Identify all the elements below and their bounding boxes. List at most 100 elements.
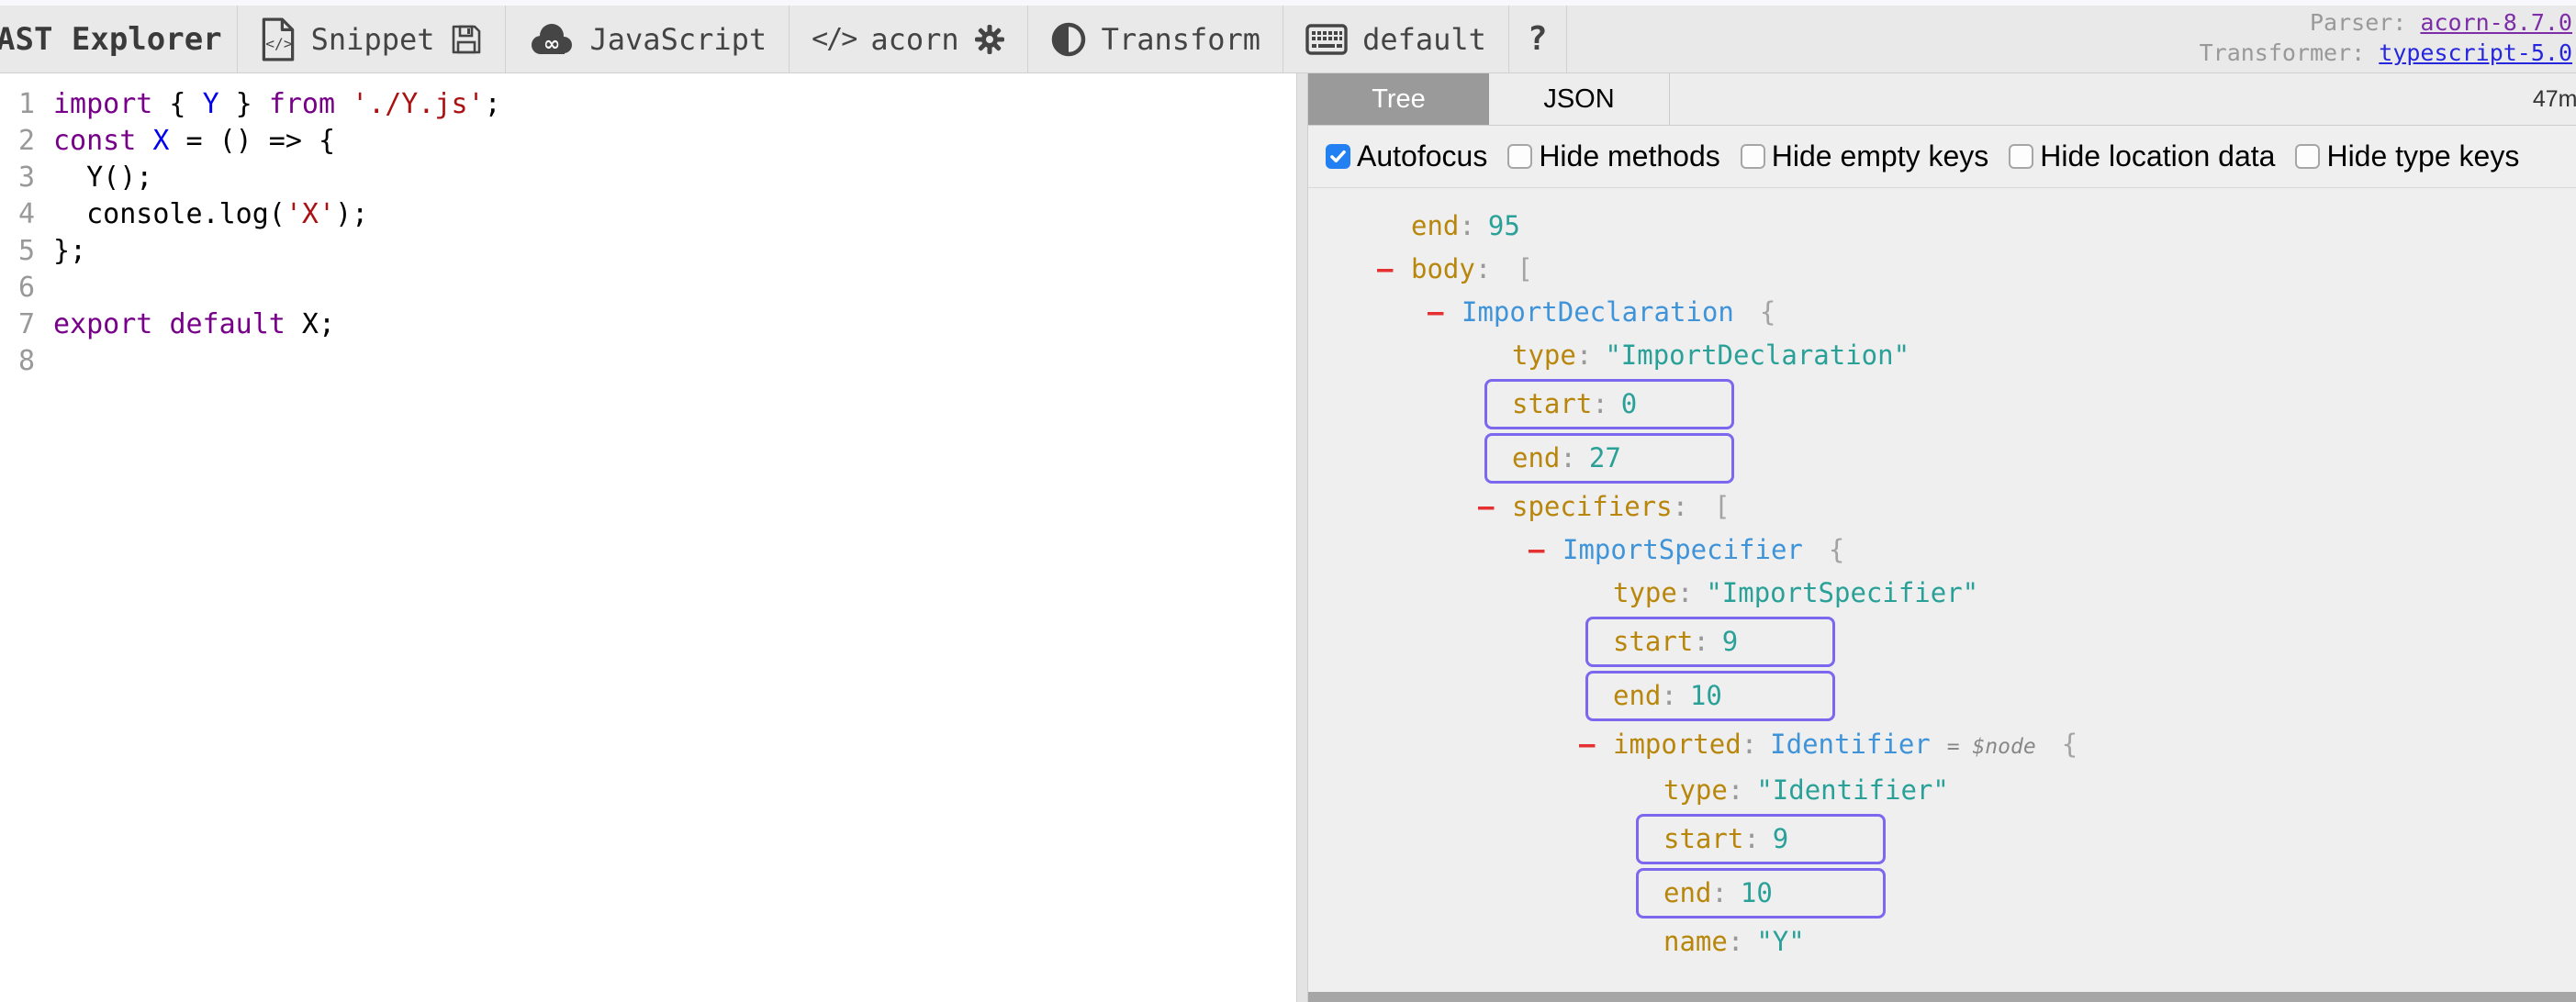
- parse-time: 47ms: [2533, 86, 2576, 113]
- bracket: [: [1517, 253, 1532, 284]
- transform-group[interactable]: Transform: [1028, 6, 1283, 72]
- tree-key: end: [1411, 210, 1459, 241]
- tree-row: start:9: [1308, 812, 2576, 866]
- transform-toggle-label[interactable]: Transform: [1102, 22, 1260, 57]
- code-token: [335, 88, 352, 120]
- code-editor[interactable]: 1import { Y } from './Y.js';2const X = (…: [0, 73, 1296, 1002]
- language-group[interactable]: ∞ JavaScript: [506, 6, 790, 72]
- code-token: export: [53, 308, 152, 340]
- line-number: 3: [7, 160, 35, 196]
- checkbox-label: Autofocus: [1357, 139, 1487, 173]
- keymap-group[interactable]: default: [1283, 6, 1509, 72]
- code-token: import: [53, 88, 152, 120]
- help-button[interactable]: ?: [1509, 6, 1567, 72]
- collapse-toggle-icon[interactable]: –: [1529, 529, 1562, 572]
- checkbox[interactable]: [1741, 144, 1765, 169]
- language-selector[interactable]: JavaScript: [590, 22, 767, 57]
- tree-value: "Identifier": [1756, 774, 1949, 806]
- code-token: from: [269, 88, 335, 120]
- collapse-toggle-icon[interactable]: –: [1377, 248, 1411, 291]
- horizontal-scrollbar[interactable]: [1308, 992, 2576, 1002]
- code-tag-icon: </>: [812, 23, 856, 55]
- option-hide-type-keys[interactable]: Hide type keys: [2295, 139, 2519, 173]
- tree-row: type:"Identifier": [1308, 769, 2576, 812]
- gear-icon[interactable]: [974, 24, 1005, 55]
- colon: :: [1673, 491, 1688, 522]
- colon: :: [1661, 674, 1676, 718]
- code-token: );: [335, 198, 368, 230]
- tree-key: start: [1663, 818, 1743, 861]
- line-number: 1: [7, 86, 35, 123]
- tree-row: end:10: [1308, 669, 2576, 723]
- code-token: './Y.js': [352, 88, 485, 120]
- parser-group: </> acorn: [790, 6, 1028, 72]
- toggle-icon[interactable]: [1050, 21, 1087, 58]
- snippet-button[interactable]: Snippet: [311, 22, 435, 57]
- tree-row[interactable]: –ImportDeclaration{: [1308, 291, 2576, 334]
- line-number: 5: [7, 233, 35, 270]
- code-token: }: [219, 88, 269, 120]
- tab-json[interactable]: JSON: [1489, 73, 1670, 125]
- colon: :: [1677, 577, 1693, 608]
- tab-tree[interactable]: Tree: [1308, 73, 1489, 125]
- bracket: [: [1714, 491, 1730, 522]
- tree-value: "ImportDeclaration": [1605, 340, 1910, 371]
- code-token: console.log(: [53, 198, 286, 230]
- colon: :: [1742, 729, 1757, 760]
- app-title: AST Explorer: [0, 6, 238, 72]
- option-hide-methods[interactable]: Hide methods: [1507, 139, 1719, 173]
- parser-info-label: Parser:: [2310, 9, 2406, 36]
- checkbox[interactable]: [1326, 144, 1350, 169]
- collapse-toggle-icon[interactable]: –: [1478, 485, 1512, 529]
- code-line: 2const X = () => {: [7, 123, 1296, 160]
- colon: :: [1560, 437, 1575, 480]
- parser-selector[interactable]: acorn: [870, 22, 958, 57]
- colon: :: [1576, 340, 1592, 371]
- parser-version-link[interactable]: acorn-8.7.0: [2420, 9, 2572, 36]
- code-line: 4 console.log('X');: [7, 196, 1296, 233]
- tree-value: 27: [1589, 437, 1621, 480]
- code-token: X;: [286, 308, 335, 340]
- tree-key: start: [1613, 620, 1693, 663]
- colon: :: [1711, 872, 1727, 915]
- svg-text:∞: ∞: [543, 33, 559, 56]
- highlighted-range-box: end:10: [1636, 868, 1886, 918]
- option-hide-empty-keys[interactable]: Hide empty keys: [1741, 139, 1989, 173]
- node-alias: = $node: [1947, 735, 2036, 759]
- colon: :: [1743, 818, 1759, 861]
- option-hide-location-data[interactable]: Hide location data: [2009, 139, 2275, 173]
- tree-key: start: [1512, 383, 1592, 426]
- tree-value: 10: [1741, 872, 1773, 915]
- tree-row: type:"ImportSpecifier": [1308, 572, 2576, 615]
- tree-row[interactable]: –ImportSpecifier{: [1308, 529, 2576, 572]
- tree-row[interactable]: –body:[: [1308, 248, 2576, 291]
- bracket: {: [2062, 729, 2078, 760]
- checkbox[interactable]: [2009, 144, 2033, 169]
- tree-row: start:0: [1308, 377, 2576, 431]
- code-token: {: [152, 88, 202, 120]
- ast-output-panel: TreeJSON 47ms Autofocus Hide methods Hide e…: [1308, 73, 2576, 1002]
- code-line: 7export default X;: [7, 306, 1296, 343]
- code-token: Y();: [53, 161, 152, 194]
- save-icon[interactable]: [450, 23, 483, 56]
- checkbox-label: Hide empty keys: [1772, 139, 1989, 173]
- collapse-toggle-icon[interactable]: –: [1579, 723, 1613, 766]
- option-autofocus[interactable]: Autofocus: [1326, 139, 1487, 173]
- tree-row[interactable]: –imported:Identifier= $node{: [1308, 723, 2576, 769]
- tab-bar: TreeJSON 47ms: [1308, 73, 2576, 126]
- collapse-toggle-icon[interactable]: –: [1428, 291, 1462, 334]
- checkbox[interactable]: [1507, 144, 1532, 169]
- checkbox[interactable]: [2295, 144, 2320, 169]
- file-code-icon[interactable]: </>: [260, 17, 297, 62]
- tree-row[interactable]: –specifiers:[: [1308, 485, 2576, 529]
- tree-key: end: [1663, 872, 1711, 915]
- toolbar: AST Explorer </> Snippet: [0, 6, 2576, 73]
- tree-value: 10: [1690, 674, 1722, 718]
- keymap-selector[interactable]: default: [1362, 22, 1486, 57]
- cloud-icon: ∞: [528, 20, 576, 59]
- transformer-version-link[interactable]: typescript-5.0: [2379, 39, 2572, 66]
- code-token: };: [53, 235, 86, 267]
- tree-value: 95: [1488, 210, 1520, 241]
- panel-resizer[interactable]: [1296, 73, 1308, 1002]
- check-icon: [1328, 147, 1348, 166]
